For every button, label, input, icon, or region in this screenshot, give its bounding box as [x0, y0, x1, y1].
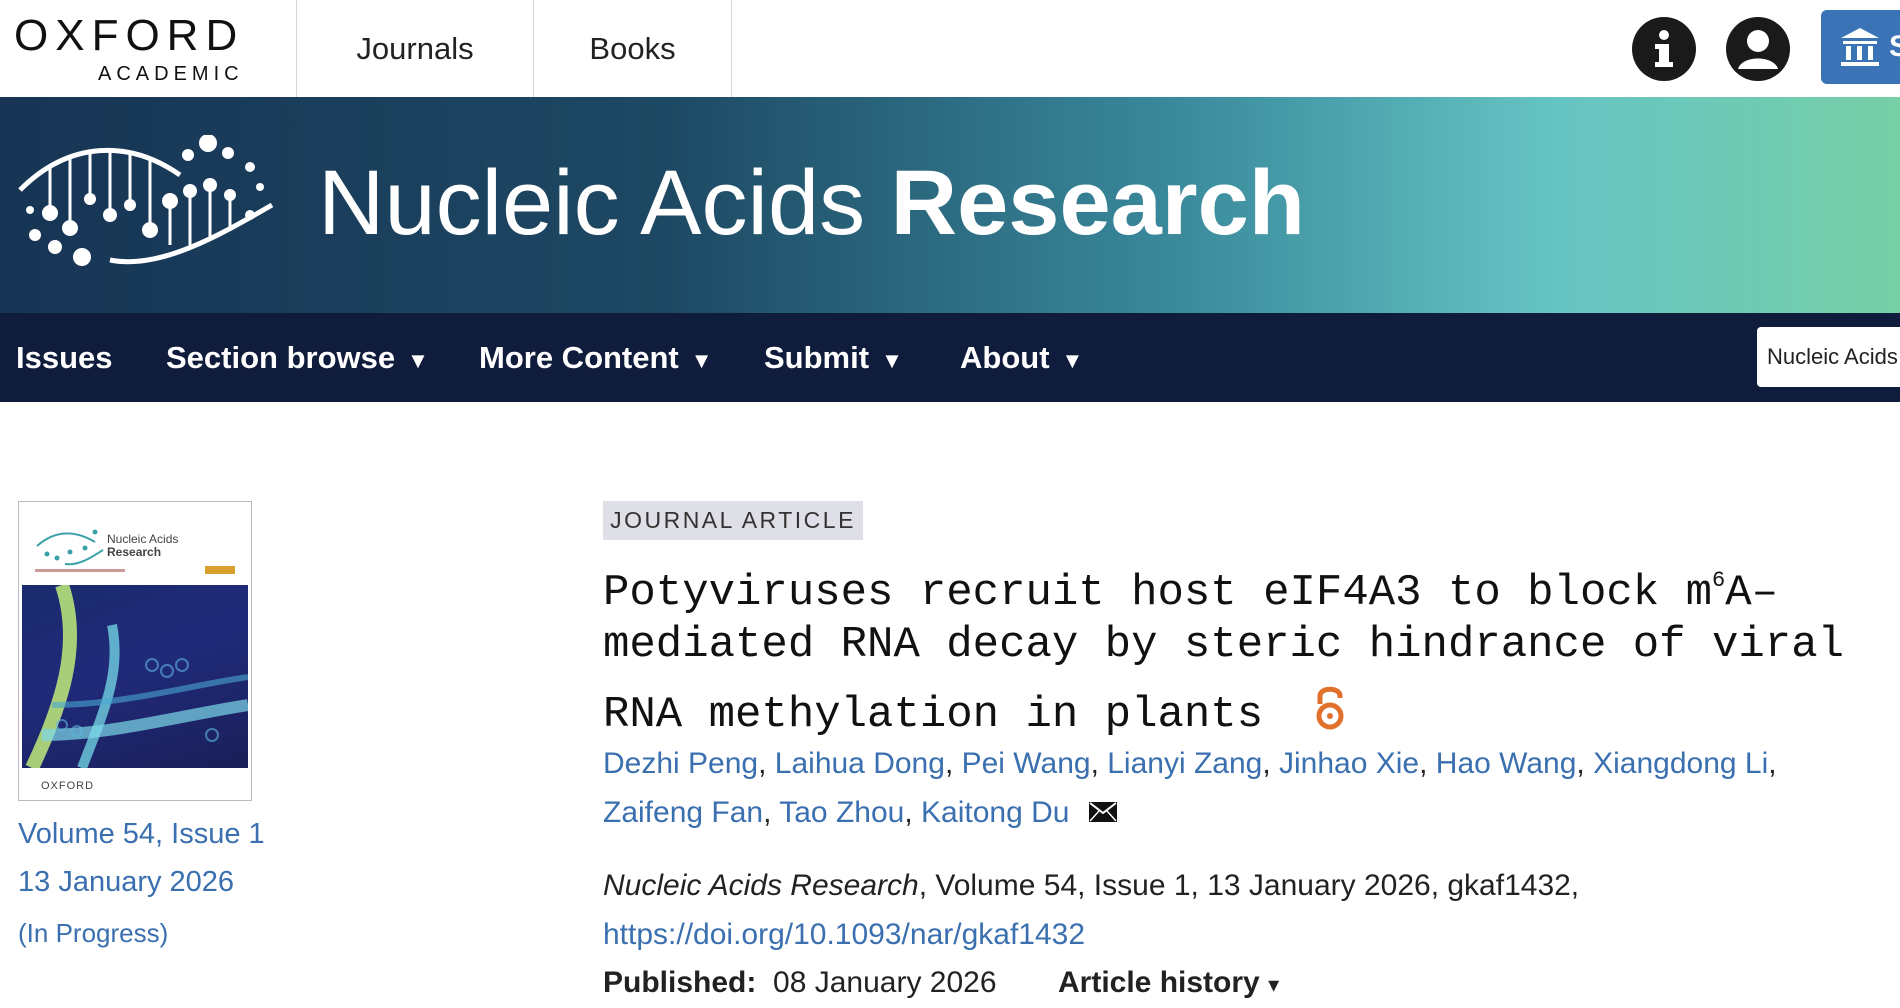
nav-submit[interactable]: Submit ▼ — [764, 313, 903, 402]
title-superscript: 6 — [1711, 568, 1726, 593]
author-link[interactable]: Pei Wang — [962, 747, 1091, 780]
author-separator: , — [1419, 747, 1436, 780]
author-separator: , — [1576, 747, 1594, 780]
nav-more-content-label: More Content — [479, 340, 679, 375]
published-date: Published: 08 January 2026 — [603, 966, 997, 1000]
published-value: 08 January 2026 — [773, 966, 997, 999]
nav-books[interactable]: Books — [534, 0, 731, 97]
author-separator: , — [1768, 747, 1777, 780]
oxford-academic-logo[interactable]: OXFORD ACADEMIC — [14, 11, 245, 85]
article-title-line1: Potyviruses recruit host eIF4A3 to block… — [603, 556, 1778, 618]
nav-about-label: About — [960, 340, 1050, 375]
search-scope-label: Nucleic Acids — [1767, 344, 1898, 369]
chevron-down-icon: ▼ — [407, 348, 429, 373]
top-header: OXFORD ACADEMIC Journals Books S — [0, 0, 1900, 98]
nav-issues[interactable]: Issues — [16, 313, 113, 402]
account-icon[interactable] — [1726, 17, 1790, 81]
journal-cover-image[interactable]: Nucleic Acids Research OXFORD — [18, 501, 252, 801]
authors-line1: Dezhi Peng, Laihua Dong, Pei Wang, Liany… — [603, 746, 1777, 782]
title-text: A– — [1725, 568, 1778, 618]
logo-academic-text: ACADEMIC — [98, 63, 244, 85]
author-separator: , — [944, 747, 962, 780]
journal-nav: Issues Section browse ▼ More Content ▼ Sub… — [0, 313, 1900, 402]
open-access-icon[interactable] — [1312, 684, 1348, 730]
issue-volume-link[interactable]: Volume 54, Issue 1 — [18, 818, 265, 851]
author-separator: , — [763, 796, 780, 829]
institution-label: S — [1889, 30, 1900, 63]
published-label: Published: — [603, 966, 757, 999]
journal-title-bold: Research — [890, 152, 1305, 254]
article-title-line3: RNA methylation in plants — [603, 684, 1348, 740]
author-link[interactable]: Tao Zhou — [779, 796, 904, 829]
author-link[interactable]: Xiangdong Li — [1593, 747, 1768, 780]
article-title-line2: mediated RNA decay by steric hindrance o… — [603, 620, 1845, 670]
institution-icon — [1841, 28, 1879, 66]
article-history-label: Article history — [1058, 966, 1260, 999]
institution-signin-button[interactable]: S — [1821, 10, 1900, 84]
doi-link[interactable]: https://doi.org/10.1093/nar/gkaf1432 — [603, 918, 1085, 952]
article-history-toggle[interactable]: Article history ▾ — [1058, 966, 1279, 1000]
envelope-icon[interactable] — [1088, 801, 1118, 823]
cover-dna-icon — [36, 529, 104, 566]
divider — [731, 0, 732, 97]
journal-title[interactable]: Nucleic Acids Research — [318, 157, 1305, 249]
authors-line2: Zaifeng Fan, Tao Zhou, Kaitong Du — [603, 795, 1118, 831]
chevron-down-icon: ▼ — [690, 348, 713, 373]
cover-title-line2: Research — [107, 545, 162, 559]
author-separator: , — [1090, 747, 1108, 780]
nav-submit-label: Submit — [764, 340, 870, 375]
issue-status-link[interactable]: (In Progress) — [18, 918, 168, 949]
dna-logo-icon[interactable] — [10, 135, 280, 275]
author-link[interactable]: Kaitong Du — [921, 796, 1069, 829]
author-separator: , — [758, 747, 775, 780]
author-link[interactable]: Jinhao Xie — [1279, 747, 1419, 780]
title-text: Potyviruses recruit host eIF4A3 to block… — [603, 568, 1712, 618]
logo-oxford-text: OXFORD — [14, 11, 245, 60]
issue-date-link[interactable]: 13 January 2026 — [18, 866, 234, 899]
cover-header: Nucleic Acids Research — [19, 502, 251, 585]
author-link[interactable]: Lianyi Zang — [1107, 747, 1262, 780]
article-type-badge: JOURNAL ARTICLE — [603, 501, 863, 540]
nav-journals[interactable]: Journals — [297, 0, 533, 97]
chevron-down-icon: ▾ — [1268, 972, 1280, 997]
citation-details: , Volume 54, Issue 1, 13 January 2026, g… — [918, 869, 1580, 902]
nav-about[interactable]: About ▼ — [960, 313, 1083, 402]
cover-artwork — [22, 585, 248, 768]
cover-badge — [205, 566, 235, 574]
nav-issues-label: Issues — [16, 340, 113, 375]
search-scope-select[interactable]: Nucleic Acids — [1757, 327, 1900, 387]
author-link[interactable]: Dezhi Peng — [603, 747, 758, 780]
author-link[interactable]: Laihua Dong — [775, 747, 945, 780]
chevron-down-icon: ▼ — [881, 348, 903, 373]
nav-section-browse[interactable]: Section browse ▼ — [166, 313, 429, 402]
journal-title-light: Nucleic Acids — [318, 152, 891, 254]
author-link[interactable]: Zaifeng Fan — [603, 796, 763, 829]
cover-publisher: OXFORD — [41, 780, 95, 792]
chevron-down-icon: ▼ — [1061, 348, 1084, 373]
author-link[interactable]: Hao Wang — [1436, 747, 1577, 780]
cover-footer: OXFORD — [19, 768, 251, 800]
title-text: RNA methylation in plants — [603, 690, 1264, 740]
author-separator: , — [1262, 747, 1280, 780]
nav-more-content[interactable]: More Content ▼ — [479, 313, 713, 402]
citation-journal: Nucleic Acids Research — [603, 869, 919, 902]
author-separator: , — [904, 796, 921, 829]
nav-section-browse-label: Section browse — [166, 340, 396, 375]
journal-banner: Nucleic Acids Research — [0, 97, 1900, 313]
cover-rule — [35, 569, 125, 572]
citation-line: Nucleic Acids Research, Volume 54, Issue… — [603, 868, 1579, 904]
info-icon[interactable] — [1632, 17, 1696, 81]
